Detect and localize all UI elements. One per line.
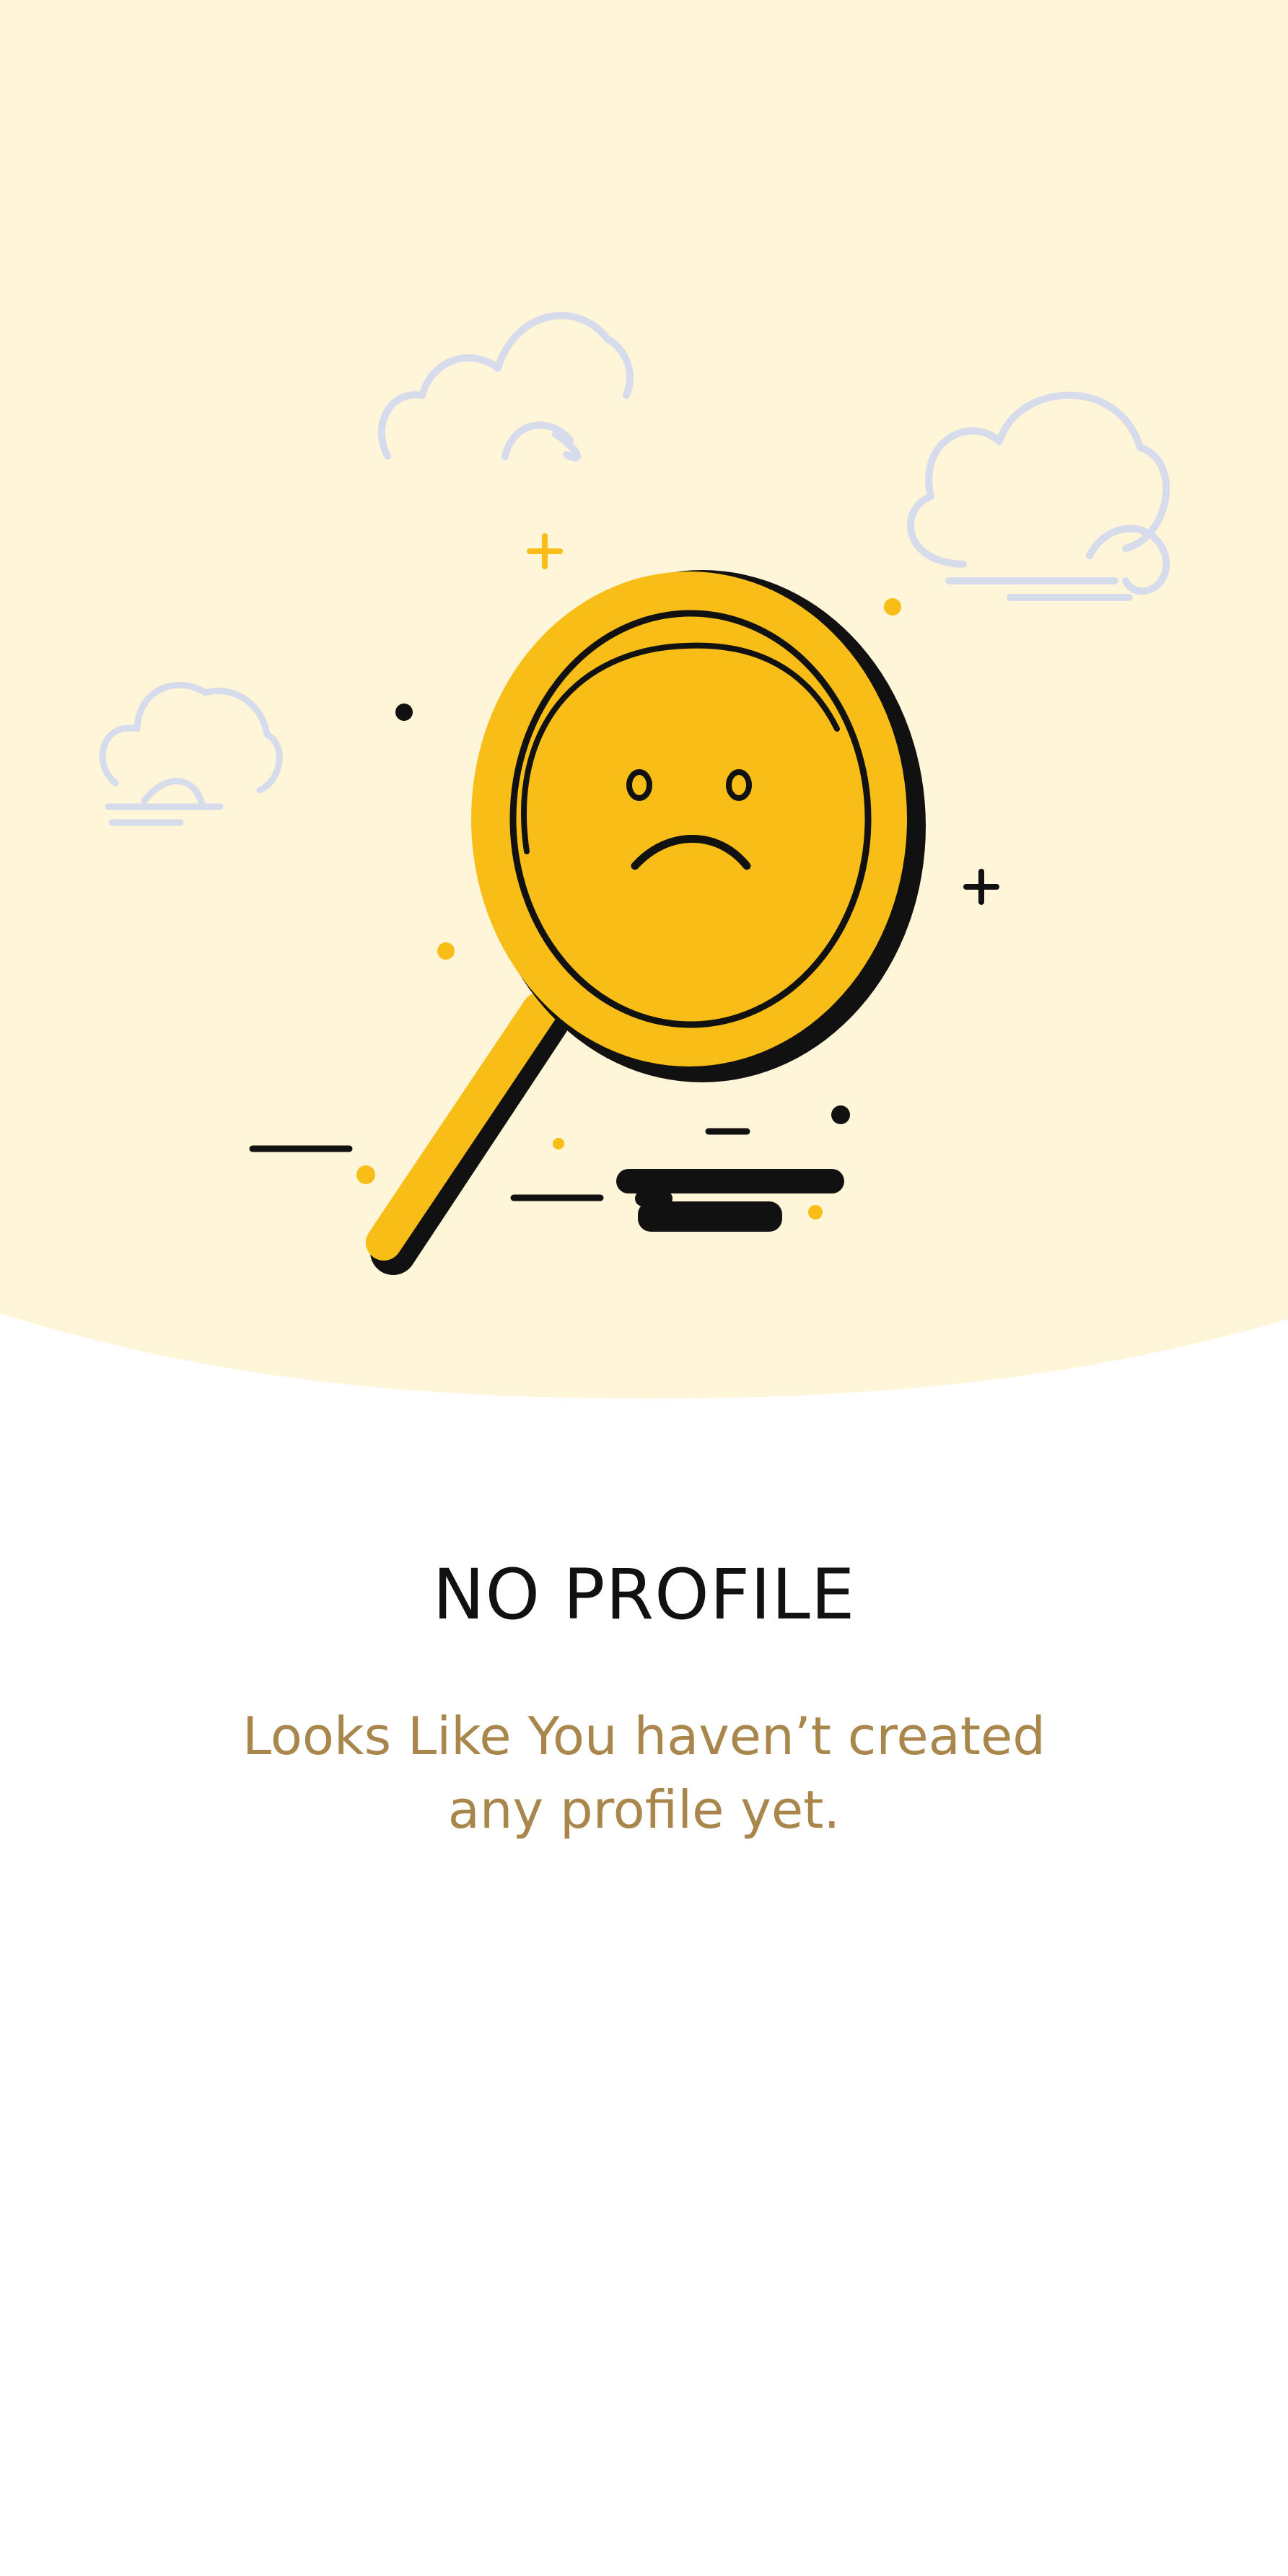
hero-area: [0, 0, 1288, 1400]
sad-face-magnifying-glass-icon: [366, 570, 926, 1275]
cloud-icon: [906, 391, 1170, 601]
empty-state-message: Looks Like You haven’t created any profi…: [242, 1706, 1046, 1840]
cloud-icon: [377, 312, 634, 462]
empty-state-title: NO PROFILE: [432, 1554, 856, 1635]
no-profile-screen: NO PROFILE Looks Like You haven’t create…: [0, 0, 1288, 2576]
empty-profile-illustration: [99, 312, 1170, 1275]
cloud-icon: [99, 681, 283, 826]
